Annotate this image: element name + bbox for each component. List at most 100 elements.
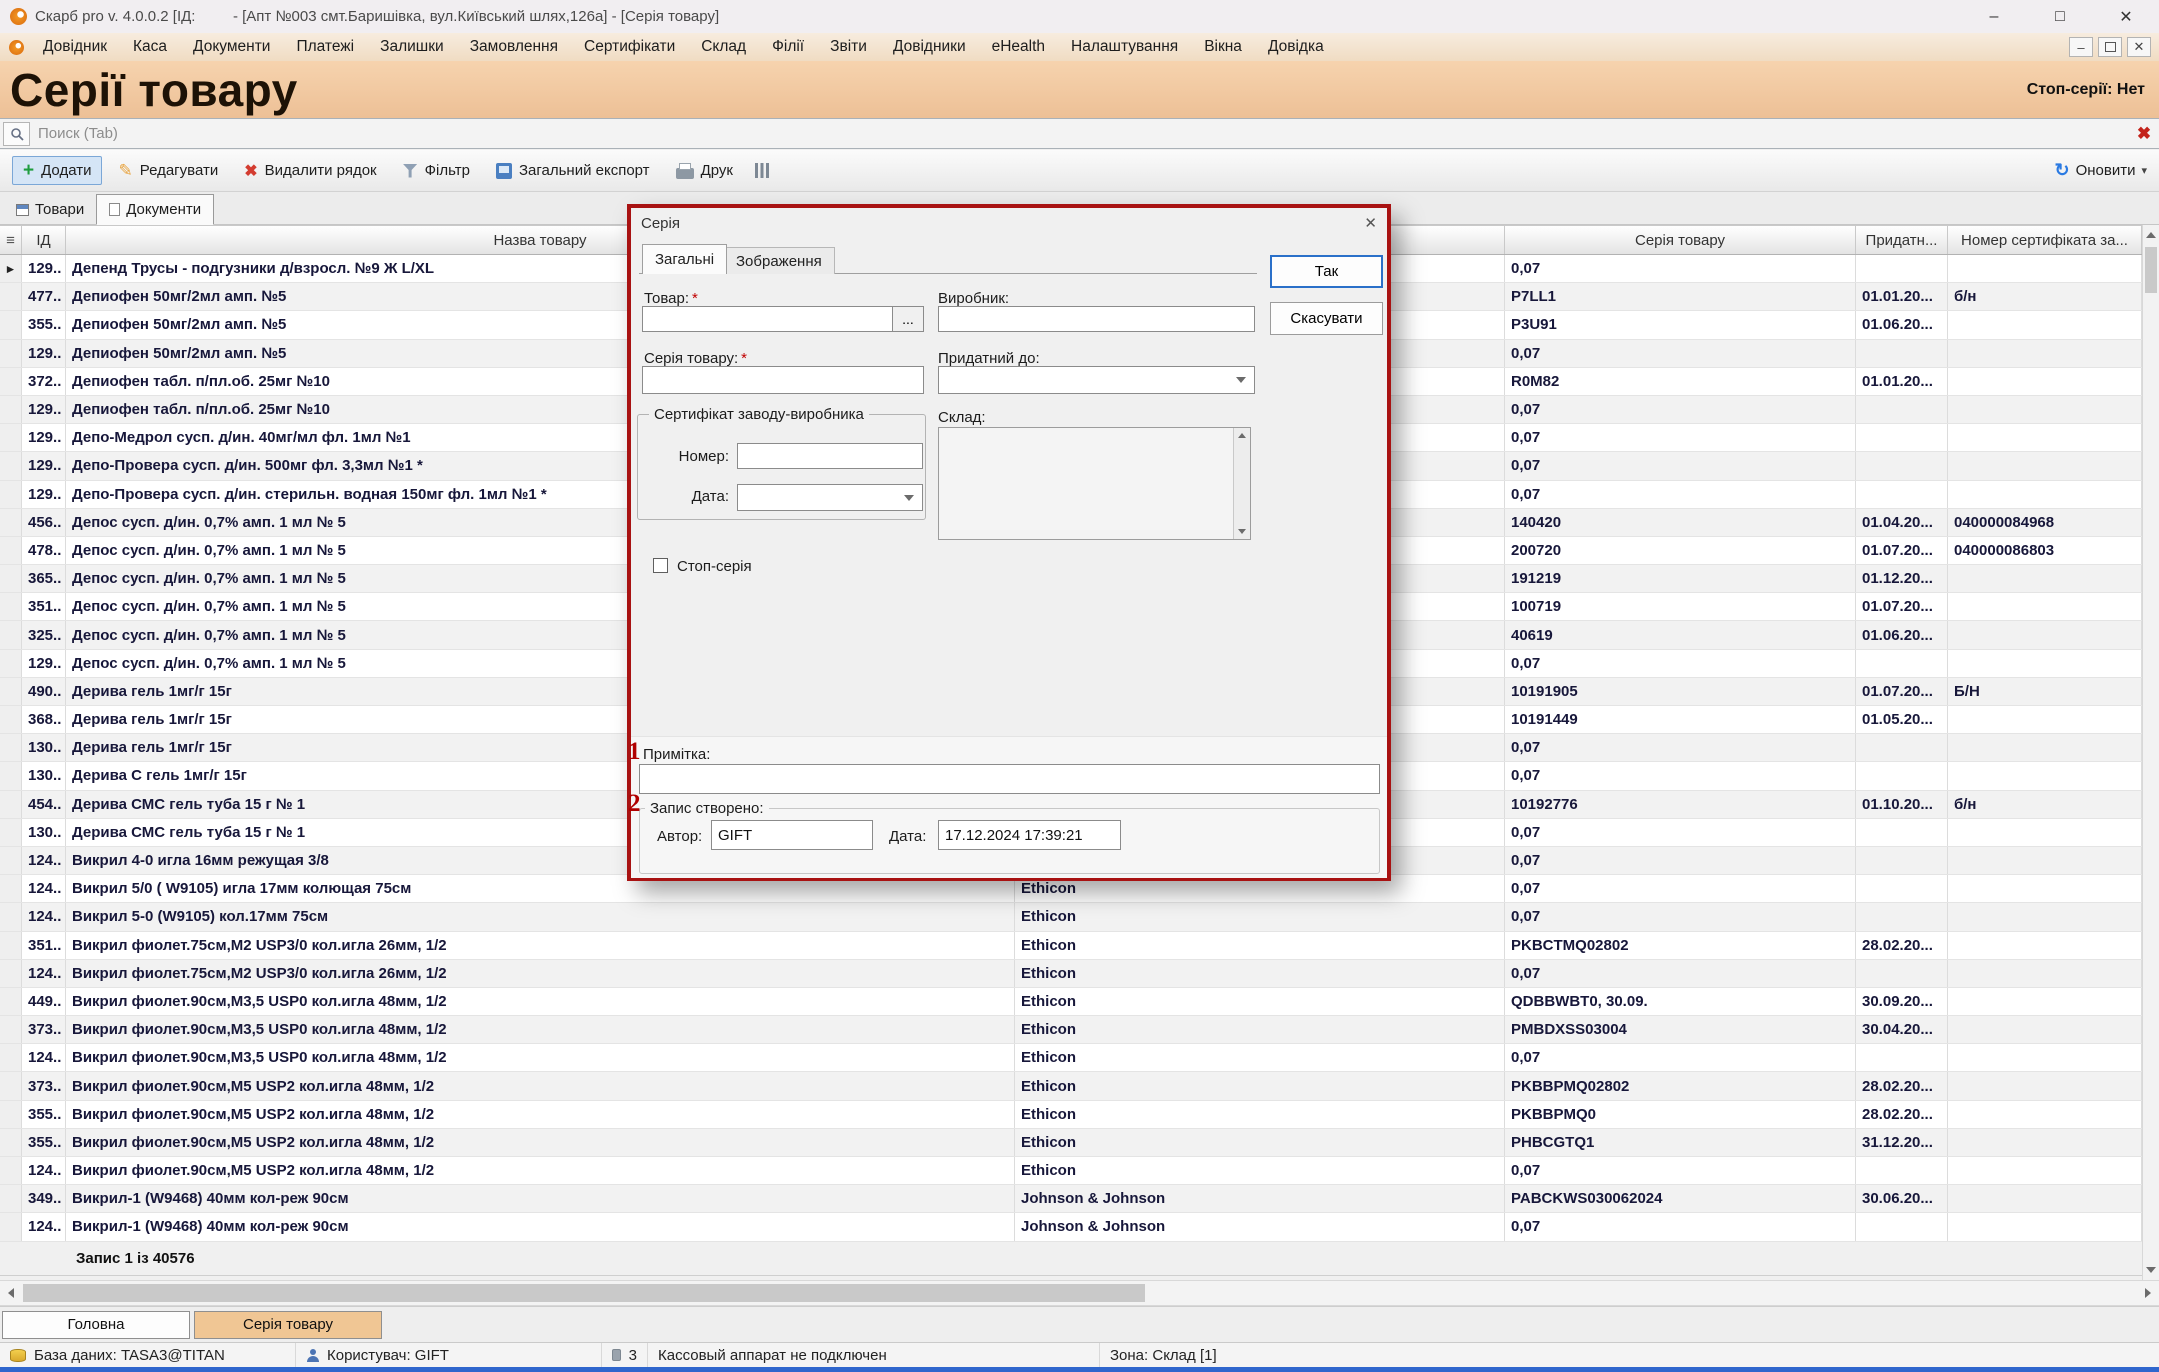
cert-number-field[interactable] <box>737 443 923 469</box>
clear-search-icon[interactable]: ✖ <box>2129 124 2159 144</box>
column-header[interactable]: Номер сертифіката за... <box>1948 226 2142 254</box>
dialog-tab-general[interactable]: Загальні <box>642 244 727 274</box>
refresh-dropdown-icon[interactable]: ▾ <box>2141 164 2147 177</box>
table-cell <box>1948 650 2142 677</box>
table-row[interactable]: 124..Викрил фиолет.90см,М5 USP2 кол.игла… <box>0 1157 2142 1185</box>
table-row[interactable]: 373..Викрил фиолет.90см,М5 USP2 кол.игла… <box>0 1072 2142 1100</box>
series-field[interactable] <box>642 366 924 394</box>
cert-date-combo[interactable] <box>737 484 923 511</box>
table-cell: 10191905 <box>1505 678 1856 705</box>
menu-item[interactable]: Залишки <box>380 38 444 56</box>
table-row[interactable]: 449..Викрил фиолет.90см,М3,5 USP0 кол.иг… <box>0 988 2142 1016</box>
column-header[interactable]: Серія товару <box>1505 226 1856 254</box>
table-cell: 040000084968 <box>1948 509 2142 536</box>
product-field[interactable] <box>642 306 893 332</box>
table-row[interactable]: 124..Викрил-1 (W9468) 40мм кол-реж 90смJ… <box>0 1213 2142 1241</box>
mdi-close-button[interactable]: ✕ <box>2127 37 2151 57</box>
bottom-tab-seriya-tovaru[interactable]: Серія товару <box>194 1311 382 1339</box>
table-cell: 355.. <box>22 1101 66 1128</box>
maximize-button[interactable]: □ <box>2027 0 2093 33</box>
tab-dokumenty[interactable]: Документи <box>96 194 214 225</box>
mdi-restore-button[interactable] <box>2098 37 2122 57</box>
listbox-scrollbar[interactable] <box>1233 428 1250 539</box>
table-cell <box>1948 960 2142 987</box>
table-cell <box>1856 903 1948 930</box>
ok-button[interactable]: Так <box>1270 255 1383 288</box>
menu-item[interactable]: Каса <box>133 38 167 56</box>
menu-item[interactable]: Філії <box>772 38 804 56</box>
row-marker-cell <box>0 1129 22 1156</box>
column-header[interactable]: Придатн... <box>1856 226 1948 254</box>
table-cell: 0,07 <box>1505 340 1856 367</box>
dialog-title-bar[interactable]: Серія ✕ <box>631 208 1387 238</box>
menu-item[interactable]: Довідка <box>1268 38 1324 56</box>
columns-icon[interactable] <box>755 163 769 178</box>
minimize-button[interactable]: – <box>1961 0 2027 33</box>
scroll-up-icon[interactable] <box>2143 225 2159 245</box>
manufacturer-label: Виробник: <box>938 290 1009 307</box>
edit-button[interactable]: ✎ Редагувати <box>108 156 228 186</box>
edit-button-label: Редагувати <box>140 162 219 179</box>
menu-item[interactable]: Довідники <box>893 38 966 56</box>
delete-row-button[interactable]: ✖ Видалити рядок <box>234 156 386 186</box>
column-header[interactable]: ІД <box>22 226 66 254</box>
menu-item[interactable]: Замовлення <box>470 38 558 56</box>
table-row[interactable]: 124..Викрил фиолет.90см,М3,5 USP0 кол.иг… <box>0 1044 2142 1072</box>
menu-item[interactable]: Звіти <box>830 38 867 56</box>
add-button[interactable]: + Додати <box>12 156 102 185</box>
export-button[interactable]: Загальний експорт <box>486 157 660 184</box>
table-cell: 10191449 <box>1505 706 1856 733</box>
table-row[interactable]: 355..Викрил фиолет.90см,М5 USP2 кол.игла… <box>0 1129 2142 1157</box>
table-row[interactable]: 351..Викрил фиолет.75см,М2 USP3/0 кол.иг… <box>0 932 2142 960</box>
table-cell: 28.02.20... <box>1856 1101 1948 1128</box>
table-row[interactable]: 355..Викрил фиолет.90см,М5 USP2 кол.игла… <box>0 1101 2142 1129</box>
dialog-tab-image[interactable]: Зображення <box>723 247 835 274</box>
tab-tovary[interactable]: Товари <box>4 195 96 224</box>
valid-until-combo[interactable] <box>938 366 1255 394</box>
scroll-down-icon[interactable] <box>2143 1260 2159 1280</box>
dialog-close-icon[interactable]: ✕ <box>1364 214 1377 232</box>
row-marker-cell <box>0 1185 22 1212</box>
menu-item[interactable]: Сертифікати <box>584 38 675 56</box>
created-date-field[interactable] <box>938 820 1121 850</box>
scroll-down-icon[interactable] <box>1234 524 1250 539</box>
menu-item[interactable]: Вікна <box>1204 38 1242 56</box>
menu-item[interactable]: Довідник <box>43 38 107 56</box>
menu-item[interactable]: Налаштування <box>1071 38 1178 56</box>
close-button[interactable]: ✕ <box>2093 0 2159 33</box>
warehouse-listbox[interactable] <box>938 427 1251 540</box>
menu-item[interactable]: eHealth <box>992 38 1045 56</box>
menu-item[interactable]: Склад <box>701 38 746 56</box>
bottom-tab-holovna[interactable]: Головна <box>2 1311 190 1339</box>
stop-series-checkbox[interactable] <box>653 558 668 573</box>
horizontal-scroll-thumb[interactable] <box>23 1284 1145 1302</box>
page-header: Серії товару Стоп-серії: Нет <box>0 61 2159 118</box>
menu-item[interactable]: Документи <box>193 38 270 56</box>
table-row[interactable]: 349..Викрил-1 (W9468) 40мм кол-реж 90смJ… <box>0 1185 2142 1213</box>
author-field[interactable] <box>711 820 873 850</box>
scroll-left-icon[interactable] <box>0 1281 22 1305</box>
note-field[interactable] <box>639 764 1380 794</box>
manufacturer-field[interactable] <box>938 306 1255 332</box>
filter-button[interactable]: Фільтр <box>393 157 480 184</box>
scroll-right-icon[interactable] <box>2137 1281 2159 1305</box>
horizontal-scrollbar[interactable] <box>0 1280 2159 1306</box>
table-cell: P7LL1 <box>1505 283 1856 310</box>
scroll-up-icon[interactable] <box>1234 428 1250 443</box>
menu-item[interactable]: Платежі <box>296 38 354 56</box>
mdi-minimize-button[interactable]: – <box>2069 37 2093 57</box>
vertical-scrollbar[interactable] <box>2142 225 2159 1280</box>
created-group-label: Запис створено: <box>645 800 769 817</box>
search-input[interactable] <box>30 124 2129 143</box>
table-row[interactable]: 373..Викрил фиолет.90см,М3,5 USP0 кол.иг… <box>0 1016 2142 1044</box>
table-cell: 0,07 <box>1505 1044 1856 1071</box>
table-cell <box>1856 734 1948 761</box>
table-row[interactable]: 124..Викрил 5-0 (W9105) кол.17мм 75смEth… <box>0 903 2142 931</box>
table-row[interactable]: 124..Викрил фиолет.75см,М2 USP3/0 кол.иг… <box>0 960 2142 988</box>
cancel-button[interactable]: Скасувати <box>1270 302 1383 335</box>
print-button[interactable]: Друк <box>666 157 743 184</box>
table-cell <box>1856 1044 1948 1071</box>
refresh-button[interactable]: ↻ Оновити ▾ <box>2054 160 2147 181</box>
product-browse-button[interactable]: ... <box>892 306 924 332</box>
vertical-scroll-thumb[interactable] <box>2145 247 2157 293</box>
